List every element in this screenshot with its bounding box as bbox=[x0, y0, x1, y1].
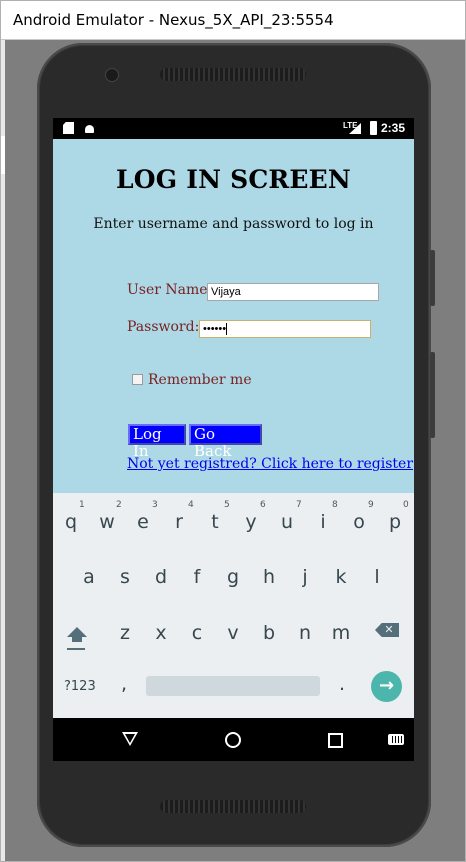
key-w[interactable]: w bbox=[92, 511, 122, 533]
key-x[interactable]: x bbox=[146, 622, 176, 644]
left-host-strip bbox=[0, 40, 5, 862]
window-title: Android Emulator - Nexus_5X_API_23:5554 bbox=[13, 11, 334, 29]
backspace-icon[interactable]: ✕ bbox=[375, 623, 399, 637]
keyboard-switch-icon[interactable] bbox=[388, 734, 404, 745]
space-bar[interactable] bbox=[146, 676, 320, 696]
shift-underline bbox=[67, 648, 85, 650]
key-e[interactable]: e bbox=[128, 511, 158, 533]
key-r[interactable]: r bbox=[164, 511, 194, 533]
text-caret bbox=[226, 323, 228, 336]
key-b[interactable]: b bbox=[254, 622, 284, 644]
key-t[interactable]: t bbox=[200, 511, 230, 533]
key-hint: 2 bbox=[116, 500, 122, 510]
navigation-bar bbox=[53, 718, 414, 761]
soft-keyboard: 1 2 3 4 5 6 7 8 9 0 q w e r t y u i o p … bbox=[53, 493, 414, 718]
remember-label[interactable]: Remember me bbox=[148, 372, 252, 388]
key-q[interactable]: q bbox=[56, 511, 86, 533]
username-input[interactable]: Vijaya bbox=[207, 283, 379, 301]
arrow-right-icon: → bbox=[378, 675, 395, 696]
key-v[interactable]: v bbox=[218, 622, 248, 644]
power-button[interactable] bbox=[430, 250, 435, 306]
key-d[interactable]: d bbox=[146, 566, 176, 588]
key-c[interactable]: c bbox=[182, 622, 212, 644]
login-button[interactable]: Log In bbox=[128, 424, 186, 460]
enter-key[interactable]: → bbox=[371, 671, 402, 702]
window-titlebar: Android Emulator - Nexus_5X_API_23:5554 bbox=[0, 0, 466, 40]
key-u[interactable]: u bbox=[272, 511, 302, 533]
key-hint: 8 bbox=[332, 500, 338, 510]
period-key[interactable]: . bbox=[339, 673, 345, 695]
key-f[interactable]: f bbox=[182, 566, 212, 588]
key-l[interactable]: l bbox=[362, 566, 392, 588]
key-j[interactable]: j bbox=[290, 566, 320, 588]
key-g[interactable]: g bbox=[218, 566, 248, 588]
back-icon[interactable] bbox=[122, 732, 138, 746]
host-strip-tab bbox=[0, 136, 5, 174]
key-h[interactable]: h bbox=[254, 566, 284, 588]
key-a[interactable]: a bbox=[74, 566, 104, 588]
status-clock: 2:35 bbox=[381, 121, 406, 135]
key-i[interactable]: i bbox=[308, 511, 338, 533]
password-label: Password: bbox=[127, 319, 200, 335]
key-y[interactable]: y bbox=[236, 511, 266, 533]
android-debug-icon bbox=[84, 122, 95, 134]
phone-screen: LTE 2:35 LOG IN SCREEN Enter username an… bbox=[53, 118, 414, 761]
key-p[interactable]: p bbox=[380, 511, 410, 533]
key-m[interactable]: m bbox=[326, 622, 356, 644]
key-k[interactable]: k bbox=[326, 566, 356, 588]
password-value: •••••• bbox=[203, 323, 227, 335]
remember-checkbox[interactable] bbox=[132, 374, 143, 385]
front-camera bbox=[105, 68, 119, 82]
login-page: LOG IN SCREEN Enter username and passwor… bbox=[53, 139, 414, 493]
username-label: User Name: bbox=[127, 282, 213, 298]
comma-key[interactable]: , bbox=[121, 673, 127, 695]
key-n[interactable]: n bbox=[290, 622, 320, 644]
key-hint: 9 bbox=[368, 500, 374, 510]
key-z[interactable]: z bbox=[110, 622, 140, 644]
go-back-button[interactable]: Go Back bbox=[189, 424, 262, 460]
volume-button[interactable] bbox=[430, 352, 435, 438]
page-title: LOG IN SCREEN bbox=[116, 165, 351, 194]
key-hint: 4 bbox=[188, 500, 194, 510]
key-s[interactable]: s bbox=[110, 566, 140, 588]
key-hint: 5 bbox=[224, 500, 230, 510]
sd-card-icon bbox=[63, 122, 74, 134]
symbols-key[interactable]: ?123 bbox=[64, 679, 96, 694]
home-icon[interactable] bbox=[225, 732, 241, 748]
recents-icon[interactable] bbox=[328, 733, 343, 748]
register-link[interactable]: Not yet registred? Click here to registe… bbox=[127, 456, 413, 472]
key-hint: 3 bbox=[152, 500, 158, 510]
key-hint: 1 bbox=[79, 500, 85, 510]
password-input[interactable]: •••••• bbox=[199, 320, 371, 338]
bottom-speaker-grille bbox=[160, 800, 306, 813]
status-bar: LTE 2:35 bbox=[53, 118, 414, 139]
key-o[interactable]: o bbox=[344, 511, 374, 533]
key-hint: 6 bbox=[260, 500, 266, 510]
top-speaker-grille bbox=[160, 68, 306, 81]
battery-icon bbox=[370, 121, 377, 135]
key-hint: 7 bbox=[296, 500, 302, 510]
page-subtitle: Enter username and password to log in bbox=[93, 216, 374, 232]
key-hint: 0 bbox=[403, 500, 409, 510]
